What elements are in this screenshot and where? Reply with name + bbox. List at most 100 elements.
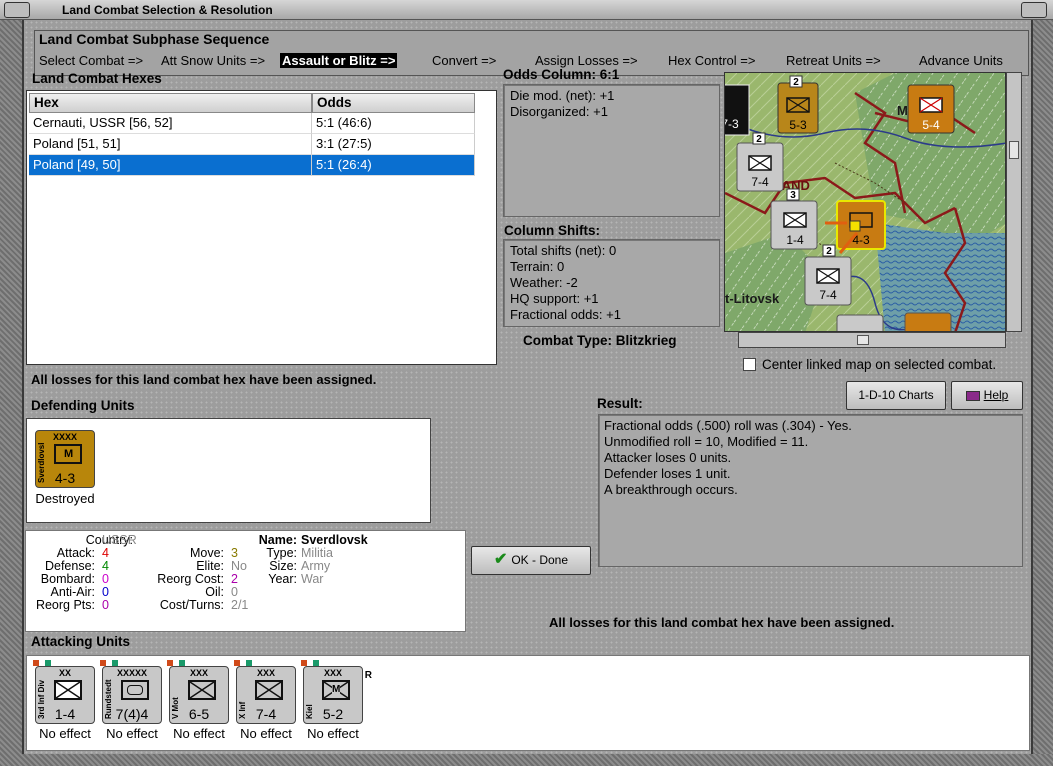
map-counter[interactable]: 5-4 [907, 84, 955, 134]
type-label: Type: [266, 546, 297, 560]
attack-label: Attack: [56, 546, 95, 560]
svg-text:M: M [897, 103, 908, 118]
defending-units-title: Defending Units [31, 398, 135, 413]
attacker-status: No effect [39, 726, 91, 741]
shift-line: Fractional odds: +1 [510, 307, 621, 322]
result-line: Defender loses 1 unit. [604, 466, 731, 481]
right-frame [1031, 20, 1053, 766]
elite-label: Elite: [196, 559, 224, 573]
attacker-counter[interactable]: XXX X Inf 7-4 [234, 660, 296, 724]
ok-done-button[interactable]: ✔ OK - Done [471, 546, 591, 575]
book-icon [965, 390, 980, 401]
defense-label: Defense: [44, 559, 95, 573]
map-label-litovsk: t-Litovsk [725, 291, 780, 306]
attacker-counter[interactable]: XX 3rd Inf Div 1-4 [33, 660, 95, 724]
unit-size: XXXX [52, 432, 77, 442]
cost-turns-value: 2/1 [231, 598, 249, 612]
step-assault-or-blitz: Assault or Blitz => [280, 53, 398, 68]
elite-value: No [231, 559, 247, 573]
odds-column-title: Odds Column: 6:1 [503, 67, 620, 82]
hex-map: POLAND t-Litovsk M 7-3 5-3 2 [725, 73, 1005, 331]
step-convert: Convert => [432, 53, 497, 68]
svg-text:2: 2 [756, 134, 762, 145]
help-button[interactable]: Help [951, 381, 1023, 410]
unit-size: XXX [323, 668, 342, 678]
type-value: Militia [301, 546, 333, 560]
attacker-counter[interactable]: XXXXX Rundstedt 7(4)4 [100, 660, 162, 724]
map-counter[interactable]: 7-3 [725, 84, 750, 136]
result-panel: Fractional odds (.500) roll was (.304) -… [598, 414, 1023, 567]
result-title: Result: [597, 396, 643, 411]
reorg-pts-value: 0 [102, 598, 109, 612]
defense-value: 4 [102, 559, 109, 573]
country-value: USSR [102, 533, 137, 547]
hexes-table: Hex Odds Cernauti, USSR [56, 52] 5:1 (46… [26, 90, 497, 365]
map-horizontal-scrollbar[interactable] [738, 332, 1006, 348]
hex-cell: Cernauti, USSR [56, 52] [29, 113, 312, 134]
map-vertical-scrollbar[interactable] [1006, 72, 1022, 332]
attacking-units-box: XX 3rd Inf Div 1-4 No effect XXXXX Runds… [26, 655, 1030, 751]
shift-line: HQ support: +1 [510, 291, 599, 306]
horizontal-scroll-thumb[interactable] [857, 335, 869, 345]
size-label: Size: [269, 559, 297, 573]
center-map-checkbox[interactable] [743, 358, 756, 371]
table-row[interactable]: Cernauti, USSR [56, 52] 5:1 (46:6) [29, 113, 475, 134]
svg-text:5-4: 5-4 [922, 118, 940, 132]
title-bar: Land Combat Selection & Resolution [0, 0, 1053, 20]
close-button[interactable] [1021, 2, 1047, 18]
svg-text:5-3: 5-3 [789, 118, 807, 132]
window-title: Land Combat Selection & Resolution [62, 3, 273, 17]
map-counter[interactable]: 5-3 2 [777, 75, 819, 134]
table-row[interactable]: Poland [51, 51] 3:1 (27:5) [29, 134, 475, 155]
antiair-value: 0 [102, 585, 109, 599]
unit-size: XXXXX [116, 668, 147, 678]
odds-cell: 3:1 (27:5) [312, 134, 475, 155]
status-dot-icon [112, 660, 118, 666]
status-dot-icon [179, 660, 185, 666]
year-label: Year: [268, 572, 297, 586]
table-row-selected[interactable]: Poland [49, 50] 5:1 (26:4) [29, 155, 475, 176]
charts-button[interactable]: 1-D-10 Charts [846, 381, 946, 410]
map-view[interactable]: POLAND t-Litovsk M 7-3 5-3 2 [724, 72, 1006, 332]
unit-strength: 1-4 [54, 706, 76, 722]
hexes-title: Land Combat Hexes [32, 71, 162, 86]
system-menu-button[interactable] [4, 2, 30, 18]
size-value: Army [301, 559, 331, 573]
infantry-symbol-icon [54, 680, 82, 700]
infantry-symbol-icon [255, 680, 283, 700]
odds-column-header[interactable]: Odds [312, 93, 475, 113]
attacker-counter[interactable]: XXX R Kiel M 5-2 [301, 660, 372, 724]
svg-text:7-3: 7-3 [725, 117, 739, 131]
step-select-combat: Select Combat => [39, 53, 144, 68]
step-assign-losses: Assign Losses => [535, 53, 638, 68]
reorg-pts-label: Reorg Pts: [35, 598, 95, 612]
oil-label: Oil: [205, 585, 224, 599]
shift-line: Total shifts (net): 0 [510, 243, 617, 258]
svg-text:1-4: 1-4 [786, 233, 804, 247]
step-att-snow-units: Att Snow Units => [161, 53, 266, 68]
defender-status: Destroyed [35, 491, 95, 506]
attacker-status: No effect [173, 726, 225, 741]
status-dot-icon [234, 660, 240, 666]
unit-strength: 4-3 [54, 470, 76, 486]
odds-line: Die mod. (net): +1 [510, 88, 615, 103]
status-dot-icon [313, 660, 319, 666]
defender-counter[interactable]: XXXX Sverdlovsk M 4-3 [35, 430, 95, 488]
checkmark-icon: ✔ [493, 551, 508, 568]
odds-line: Disorganized: +1 [510, 104, 608, 119]
step-hex-control: Hex Control => [668, 53, 756, 68]
unit-strength: 6-5 [188, 706, 210, 722]
unit-size: XX [58, 668, 71, 678]
result-line: Fractional odds (.500) roll was (.304) -… [604, 418, 852, 433]
hex-cell: Poland [49, 50] [29, 155, 312, 176]
vertical-scroll-thumb[interactable] [1009, 141, 1019, 159]
reorg-cost-label: Reorg Cost: [157, 572, 224, 586]
svg-text:7-4: 7-4 [751, 175, 769, 189]
attacker-status: No effect [106, 726, 158, 741]
attacker-counter[interactable]: XXX V Mot 6-5 [167, 660, 229, 724]
main-area: Land Combat Subphase Sequence Select Com… [24, 20, 1031, 754]
name-value: Sverdlovsk [301, 533, 368, 547]
militia-symbol-icon: M [322, 680, 350, 700]
name-label: Name: [258, 533, 297, 547]
hex-column-header[interactable]: Hex [29, 93, 312, 113]
